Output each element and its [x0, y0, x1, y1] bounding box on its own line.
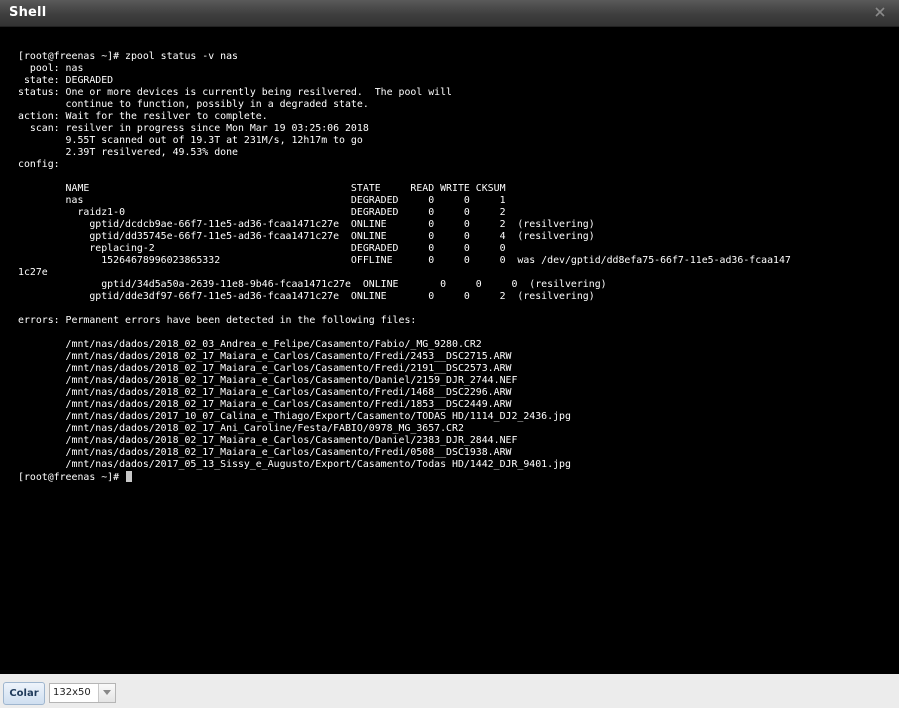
title-bar[interactable]: Shell — [0, 0, 899, 27]
terminal-size-select[interactable]: 132x50 — [49, 683, 116, 703]
window-title: Shell — [9, 5, 47, 20]
paste-button[interactable]: Colar — [3, 682, 45, 705]
bottom-toolbar: Colar 132x50 — [0, 674, 899, 708]
chevron-down-icon[interactable] — [98, 684, 115, 702]
close-icon[interactable] — [873, 5, 887, 19]
terminal-size-value: 132x50 — [53, 687, 91, 698]
shell-window: Shell [root@freenas ~]# zpool status -v … — [0, 0, 899, 708]
terminal-cursor — [126, 471, 133, 482]
terminal-output: [root@freenas ~]# zpool status -v nas po… — [18, 51, 791, 470]
terminal-prompt: [root@freenas ~]# — [18, 472, 126, 483]
terminal-prompt-line[interactable]: [root@freenas ~]# — [18, 471, 133, 484]
terminal[interactable]: [root@freenas ~]# zpool status -v nas po… — [0, 27, 899, 674]
